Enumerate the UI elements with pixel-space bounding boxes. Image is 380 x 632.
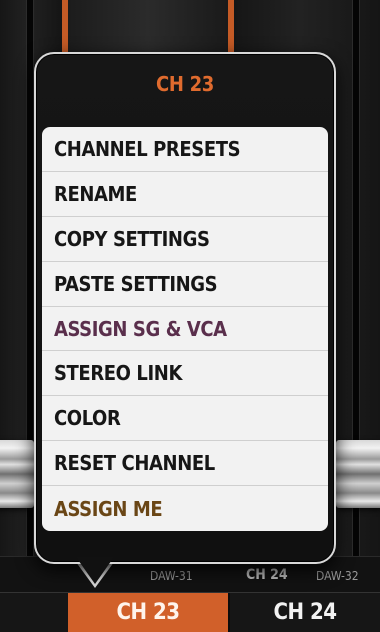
menu-item-reset-channel[interactable]: RESET CHANNEL: [42, 441, 328, 487]
menu-item-assign-me[interactable]: ASSIGN ME: [42, 486, 328, 531]
menu-item-color[interactable]: COLOR: [42, 396, 328, 442]
menu-item-channel-presets[interactable]: CHANNEL PRESETS: [42, 127, 328, 172]
channel-context-popup: CH 23 CHANNEL PRESETS RENAME COPY SETTIN…: [34, 52, 336, 564]
menu-item-stereo-link[interactable]: STEREO LINK: [42, 351, 328, 397]
channel-tag-right: DAW-32: [316, 569, 359, 583]
menu-item-copy-settings[interactable]: COPY SETTINGS: [42, 217, 328, 262]
menu-item-paste-settings[interactable]: PASTE SETTINGS: [42, 262, 328, 307]
fader-knob[interactable]: [0, 440, 34, 508]
popup-pointer-inner: [76, 557, 114, 584]
tab-ch-24[interactable]: CH 24: [230, 593, 380, 632]
popup-title: CH 23: [155, 72, 215, 96]
channel-tag-left: DAW-31: [150, 569, 193, 583]
channel-menu: CHANNEL PRESETS RENAME COPY SETTINGS PAS…: [42, 127, 328, 531]
tab-previous[interactable]: [0, 593, 68, 632]
fader-knob[interactable]: [336, 440, 380, 508]
channel-tab-bar: CH 23 CH 24: [0, 592, 380, 632]
menu-item-rename[interactable]: RENAME: [42, 172, 328, 217]
menu-item-assign-sg-vca[interactable]: ASSIGN SG & VCA: [42, 307, 328, 352]
tab-ch-23[interactable]: CH 23: [68, 593, 228, 632]
channel-name-right: CH 24: [246, 567, 288, 583]
